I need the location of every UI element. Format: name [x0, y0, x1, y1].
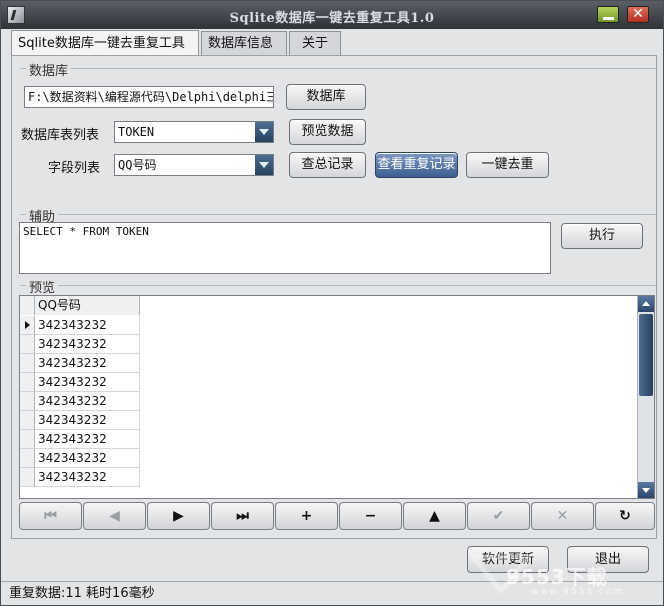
tab-about[interactable]: 关于 [289, 31, 341, 56]
next-record-icon[interactable]: ▶ [147, 502, 210, 530]
row-indicator [20, 411, 35, 430]
field-select[interactable]: QQ号码 [114, 154, 274, 176]
table-row[interactable]: 342343232 [20, 373, 140, 392]
tab-dedupe-tool[interactable]: Sqlite数据库一键去重复工具 [11, 30, 199, 56]
refresh-icon[interactable]: ↻ [595, 502, 655, 530]
table-row[interactable]: 342343232 [20, 430, 140, 449]
row-indicator [20, 468, 35, 487]
watermark-url: www.9553.com [531, 587, 625, 597]
sql-input[interactable]: SELECT * FROM TOKEN [19, 222, 551, 274]
table-cell[interactable]: 342343232 [35, 411, 140, 430]
delete-record-icon[interactable]: − [339, 502, 402, 530]
column-header-qq[interactable]: QQ号码 [35, 296, 140, 315]
table-select-value: TOKEN [118, 125, 155, 139]
minimize-button[interactable] [597, 6, 619, 23]
app-window: Sqlite数据库一键去重复工具1.0 ✕ Sqlite数据库一键去重复工具 数… [0, 0, 664, 606]
table-cell[interactable]: 342343232 [35, 468, 140, 487]
edit-record-icon[interactable]: ▲ [403, 502, 466, 530]
cancel-record-icon[interactable]: ✕ [531, 502, 594, 530]
database-group-title: 数据库 [26, 60, 72, 79]
field-list-label: 字段列表 [48, 161, 101, 176]
insert-record-icon[interactable]: + [275, 502, 338, 530]
row-indicator [20, 449, 35, 468]
table-cell[interactable]: 342343232 [35, 392, 140, 411]
table-row[interactable]: 342343232 [20, 335, 140, 354]
scroll-down-icon[interactable] [638, 482, 654, 498]
current-row-icon [20, 316, 35, 335]
table-row[interactable]: 342343232 [20, 316, 140, 335]
view-duplicates-button[interactable]: 查看重复记录 [375, 152, 458, 178]
prior-record-icon[interactable]: ◀ [83, 502, 146, 530]
execute-button[interactable]: 执行 [561, 223, 643, 249]
row-indicator [20, 354, 35, 373]
table-row[interactable]: 342343232 [20, 411, 140, 430]
table-row[interactable]: 342343232 [20, 354, 140, 373]
table-select[interactable]: TOKEN [114, 121, 274, 143]
table-row[interactable]: 342343232 [20, 392, 140, 411]
table-cell[interactable]: 342343232 [35, 354, 140, 373]
tab-panel: 数据库 F:\数据资料\编程源代码\Delphi\delphi三 数据库 数据库… [11, 55, 657, 539]
table-cell[interactable]: 342343232 [35, 373, 140, 392]
scroll-up-icon[interactable] [638, 296, 654, 312]
close-button[interactable]: ✕ [627, 6, 649, 23]
db-navigator: ⏮ ◀ ▶ ⏭ + − ▲ ✔ ✕ ↻ [19, 502, 655, 530]
one-click-dedupe-button[interactable]: 一键去重 [466, 152, 549, 178]
preview-group-title: 预览 [26, 277, 59, 296]
chevron-down-icon[interactable] [255, 155, 273, 175]
preview-data-button[interactable]: 预览数据 [289, 119, 366, 145]
helper-group: 辅助 [20, 206, 656, 225]
row-indicator-header [20, 296, 35, 315]
preview-group: 预览 [20, 277, 656, 296]
last-record-icon[interactable]: ⏭ [211, 502, 274, 530]
row-indicator [20, 373, 35, 392]
tab-database-info[interactable]: 数据库信息 [201, 31, 287, 56]
table-cell[interactable]: 342343232 [35, 430, 140, 449]
grid-header: QQ号码 [20, 296, 140, 315]
db-path-field[interactable]: F:\数据资料\编程源代码\Delphi\delphi三 [24, 86, 274, 108]
table-list-label: 数据库表列表 [21, 128, 100, 143]
select-database-button[interactable]: 数据库 [286, 84, 366, 110]
table-row[interactable]: 342343232 [20, 468, 140, 487]
title-bar[interactable]: Sqlite数据库一键去重复工具1.0 ✕ [1, 1, 663, 29]
table-cell[interactable]: 342343232 [35, 316, 140, 335]
vertical-scrollbar[interactable] [637, 296, 654, 498]
data-grid[interactable]: QQ号码 342343232 342343232 342343232 34234… [19, 295, 655, 499]
window-title: Sqlite数据库一键去重复工具1.0 [229, 11, 435, 26]
first-record-icon[interactable]: ⏮ [19, 502, 82, 530]
table-cell[interactable]: 342343232 [35, 449, 140, 468]
row-indicator [20, 335, 35, 354]
table-row[interactable]: 342343232 [20, 449, 140, 468]
watermark-text: 9553下载 [506, 565, 608, 589]
row-indicator [20, 392, 35, 411]
count-total-button[interactable]: 查总记录 [289, 152, 366, 178]
chevron-down-icon[interactable] [255, 122, 273, 142]
database-group: 数据库 [20, 60, 656, 79]
post-record-icon[interactable]: ✔ [467, 502, 530, 530]
field-select-value: QQ号码 [118, 158, 157, 172]
row-indicator [20, 430, 35, 449]
scroll-thumb[interactable] [639, 314, 653, 396]
table-cell[interactable]: 342343232 [35, 335, 140, 354]
